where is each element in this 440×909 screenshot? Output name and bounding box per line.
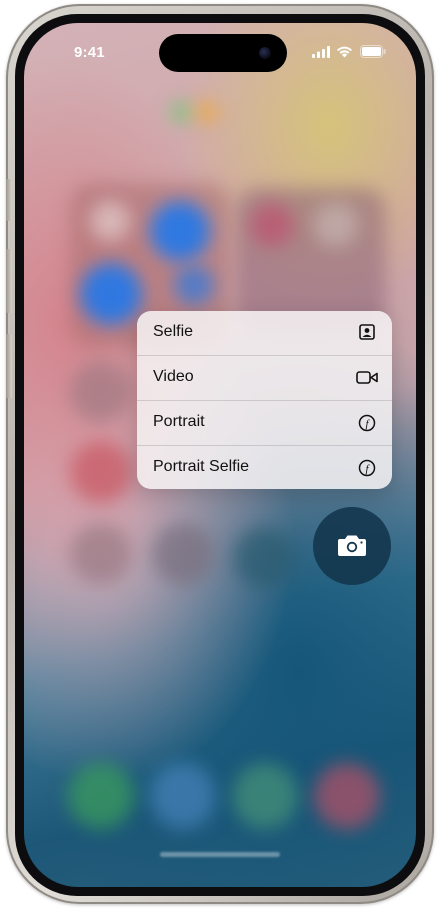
blurred-app-icon <box>174 265 214 305</box>
blurred-app-icon <box>70 361 132 423</box>
dynamic-island <box>159 34 287 72</box>
blurred-app-icon <box>250 203 294 247</box>
menu-item-label: Selfie <box>153 323 194 340</box>
cellular-signal-icon <box>312 46 330 58</box>
blurred-app-icon <box>70 523 132 585</box>
menu-item-label: Portrait Selfie <box>153 458 250 475</box>
blurred-dock-app-icon <box>150 763 216 829</box>
blurred-app-icon <box>150 201 210 261</box>
menu-item-portrait[interactable]: Portrait f <box>137 401 392 445</box>
blurred-app-icon <box>90 201 130 241</box>
svg-text:f: f <box>365 463 370 475</box>
blurred-dock-app-icon <box>314 763 380 829</box>
blurred-app-icon <box>170 101 192 123</box>
front-camera-lens <box>259 47 271 59</box>
blurred-app-icon <box>70 441 132 503</box>
menu-item-label: Video <box>153 368 194 385</box>
menu-item-label: Portrait <box>153 413 205 430</box>
svg-text:f: f <box>365 418 370 430</box>
action-button <box>6 179 12 221</box>
aperture-f-icon: f <box>358 459 376 477</box>
blurred-app-icon <box>234 528 294 588</box>
wifi-icon <box>337 46 352 58</box>
video-camera-icon <box>356 371 378 384</box>
blurred-app-icon <box>196 101 218 123</box>
blurred-app-icon <box>152 523 214 585</box>
camera-quick-actions-menu: Selfie Video Portrait f Portrait Selfie … <box>137 311 392 489</box>
menu-item-selfie[interactable]: Selfie <box>137 311 392 355</box>
selfie-portrait-frame-icon <box>359 324 375 340</box>
menu-item-video[interactable]: Video <box>137 356 392 400</box>
blurred-dock-app-icon <box>232 763 298 829</box>
camera-app-button[interactable] <box>313 507 391 585</box>
menu-item-portrait-selfie[interactable]: Portrait Selfie f <box>137 446 392 489</box>
volume-up-button <box>6 249 12 313</box>
volume-down-button <box>6 334 12 398</box>
aperture-f-icon: f <box>358 414 376 432</box>
blurred-dock-app-icon <box>68 763 134 829</box>
camera-icon <box>338 535 366 556</box>
status-time: 9:41 <box>74 44 105 61</box>
home-indicator[interactable] <box>160 852 280 857</box>
blurred-app-icon <box>80 263 142 325</box>
battery-icon <box>360 45 386 58</box>
blurred-app-icon <box>314 203 358 247</box>
